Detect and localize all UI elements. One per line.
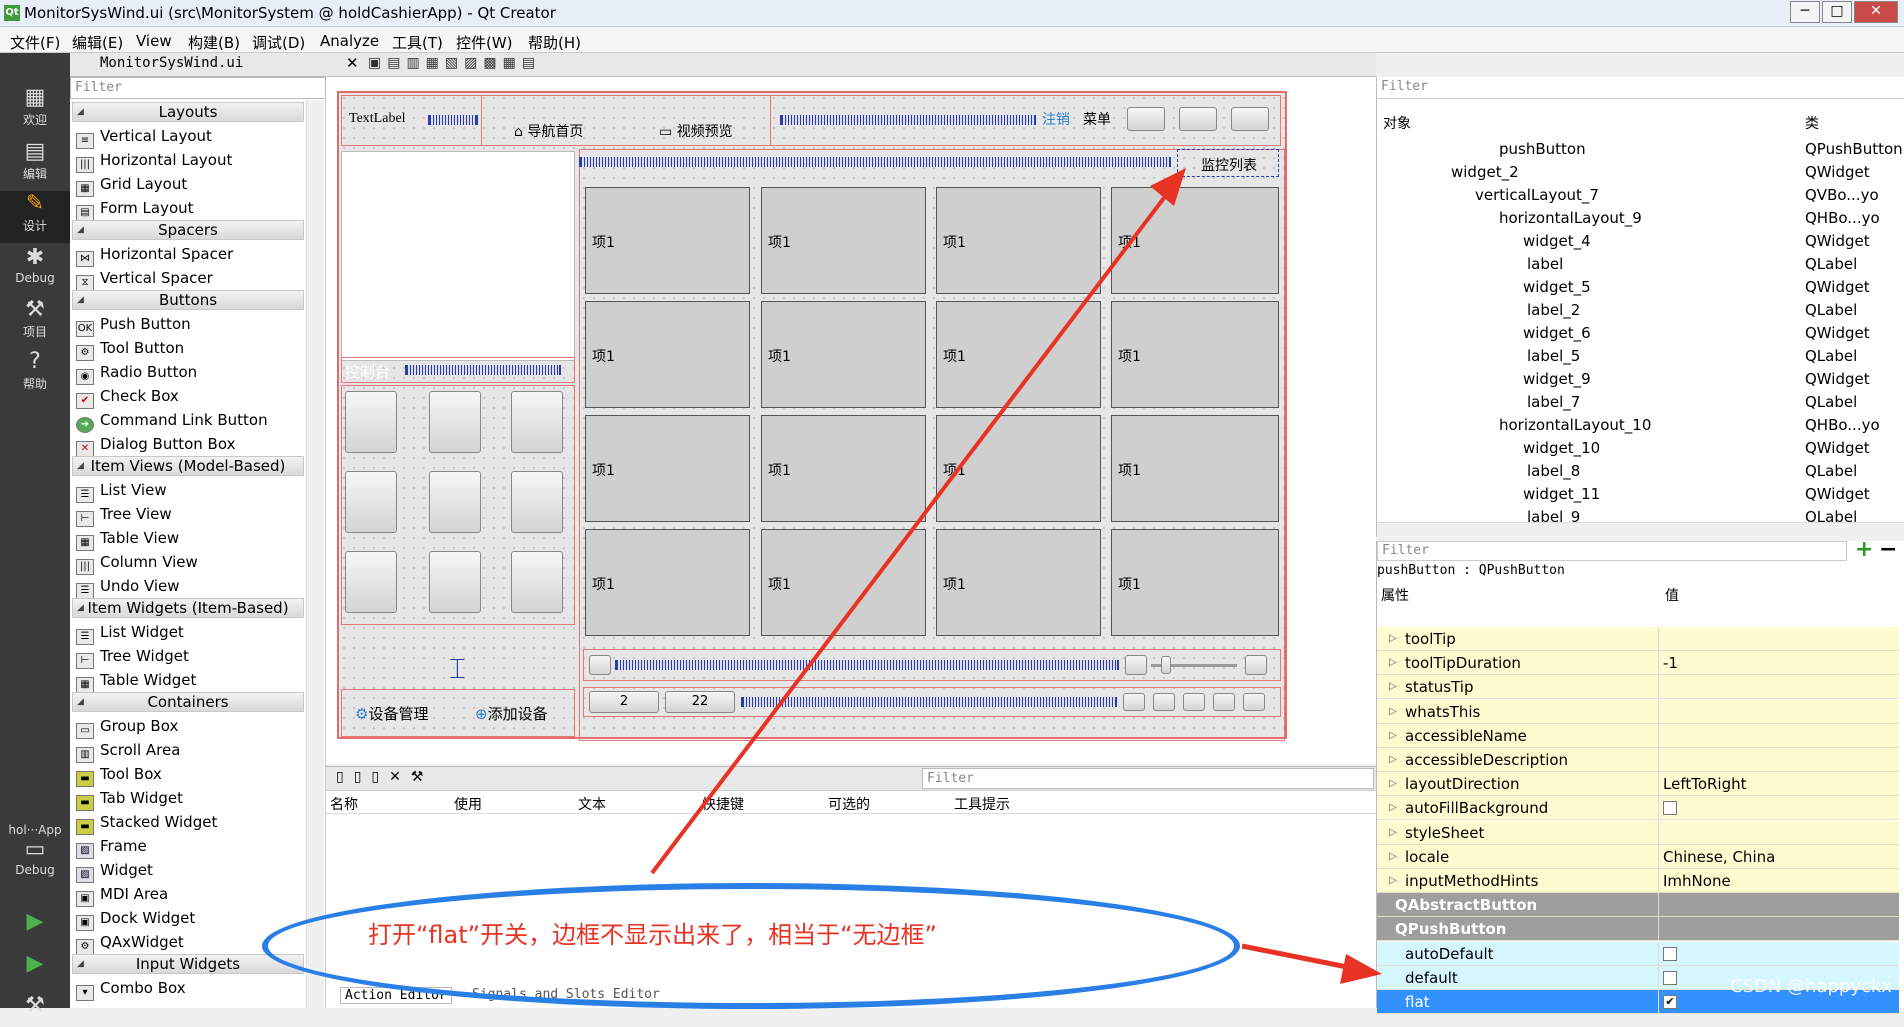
annotation-arrow-head (1150, 168, 1186, 206)
annotation-arrow-line (1241, 943, 1353, 971)
annotation-arrow-head (1340, 954, 1382, 984)
annotation-arrows (650, 168, 1382, 984)
watermark: CSDN @happyckx (1730, 976, 1892, 997)
annotation-text: 打开“flat”开关，边框不显示出来了，相当于“无边框” (368, 921, 937, 949)
annotation-arrow-line (650, 188, 1172, 875)
